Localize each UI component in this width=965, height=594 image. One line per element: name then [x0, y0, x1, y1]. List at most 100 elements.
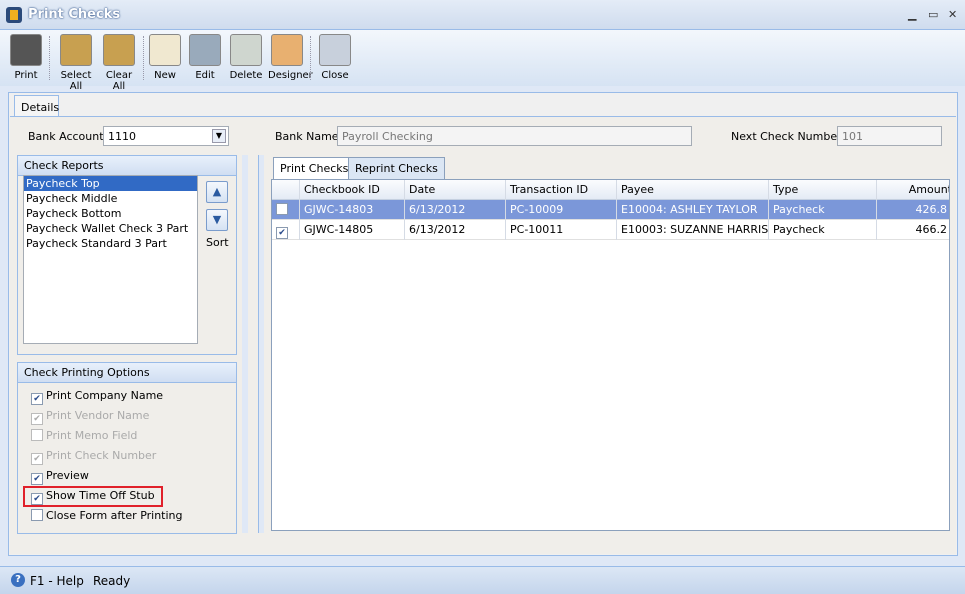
next-check-number-field[interactable]: 101 [837, 126, 942, 146]
check-report-item[interactable]: Paycheck Top [24, 176, 197, 191]
chevron-down-icon[interactable]: ▼ [212, 129, 226, 143]
bank-name-label: Bank Name [275, 130, 339, 143]
designer-button[interactable]: Designer [268, 32, 313, 84]
title-bar: Print Checks ▁ ▭ ✕ [0, 0, 965, 30]
toolbar-label: Edit [195, 70, 215, 81]
tab-reprint-checks[interactable]: Reprint Checks [348, 157, 445, 179]
column-header[interactable]: Date [405, 180, 506, 200]
checkbox[interactable]: ✔ [276, 227, 288, 239]
column-header[interactable]: Amount [877, 180, 949, 200]
delete-button[interactable]: Delete [229, 32, 263, 84]
recycle-bin-icon [230, 34, 262, 66]
checkbox[interactable]: ✔ [31, 453, 43, 465]
option-print-vendor-name[interactable]: ✔ Print Vendor Name [31, 409, 149, 425]
table-row[interactable]: ✔ GJWC-14805 6/13/2012 PC-10011 E10003: SUZA… [272, 220, 949, 240]
checkbox[interactable]: ✔ [31, 393, 43, 405]
grid-header: Checkbook ID Date Transaction ID Payee Type A… [272, 180, 949, 200]
option-preview[interactable]: ✔ Preview [31, 469, 89, 485]
toolbar-separator [143, 36, 144, 80]
toolbar-label: New [154, 70, 176, 81]
column-header[interactable]: Transaction ID [506, 180, 617, 200]
close-button[interactable]: Close [316, 32, 354, 84]
option-close-form-after-printing[interactable]: Close Form after Printing [31, 509, 183, 525]
checkbox[interactable] [31, 429, 43, 441]
toolbar: Print Select All Clear All New Edit Delete Des… [0, 30, 965, 92]
help-icon: ? [11, 573, 25, 587]
checkbox[interactable]: ✔ [31, 473, 43, 485]
clear-all-icon [103, 34, 135, 66]
table-cell: E10003: SUZANNE HARRIS [617, 220, 769, 240]
column-header[interactable]: Payee [617, 180, 769, 200]
designer-icon [271, 34, 303, 66]
checkbox[interactable] [31, 509, 43, 521]
tab-details[interactable]: Details [14, 95, 59, 117]
check-report-item[interactable]: Paycheck Bottom [24, 206, 197, 221]
new-button[interactable]: New [148, 32, 182, 84]
splitter-bar [258, 155, 264, 533]
option-print-memo-field[interactable]: Print Memo Field [31, 429, 137, 445]
options-title: Check Printing Options [18, 363, 236, 383]
table-cell: Paycheck [769, 220, 877, 240]
move-up-button[interactable]: ▲ [206, 181, 228, 203]
toolbar-label: Close [321, 70, 349, 81]
edit-button[interactable]: Edit [188, 32, 222, 84]
bank-name-field[interactable]: Payroll Checking [337, 126, 692, 146]
tab-print-checks[interactable]: Print Checks [273, 157, 356, 180]
printer-icon [10, 34, 42, 66]
status-text: Ready [93, 574, 131, 588]
check-report-item[interactable]: Paycheck Middle [24, 191, 197, 206]
option-label: Show Time Off Stub [46, 489, 155, 502]
check-report-item[interactable]: Paycheck Wallet Check 3 Part [24, 221, 197, 236]
minimize-button[interactable]: ▁ [908, 8, 916, 21]
toolbar-label: Select All [60, 70, 92, 92]
option-label: Print Vendor Name [46, 409, 150, 422]
checks-grid: Checkbook ID Date Transaction ID Payee Type A… [271, 179, 950, 531]
close-window-button[interactable]: ✕ [948, 8, 957, 21]
arrow-up-icon: ▲ [212, 185, 222, 198]
column-header[interactable]: Checkbook ID [300, 180, 405, 200]
splitter[interactable] [242, 155, 248, 533]
option-show-time-off-stub[interactable]: ✔ Show Time Off Stub [23, 486, 163, 507]
row-select-cell[interactable] [272, 200, 300, 220]
toolbar-label: Print [14, 70, 38, 81]
sort-label: Sort [206, 236, 229, 249]
select-all-button[interactable]: Select All [55, 32, 97, 92]
option-label: Close Form after Printing [46, 509, 183, 522]
bank-account-value: 1110 [108, 130, 136, 143]
check-reports-title: Check Reports [18, 156, 236, 176]
option-label: Preview [46, 469, 89, 482]
table-cell: E10004: ASHLEY TAYLOR [617, 200, 769, 220]
option-label: Print Company Name [46, 389, 164, 402]
clear-all-button[interactable]: Clear All [100, 32, 138, 92]
table-cell: 6/13/2012 [405, 200, 506, 220]
select-column-header [272, 180, 300, 200]
maximize-button[interactable]: ▭ [928, 8, 938, 21]
checkbox[interactable]: ✔ [31, 413, 43, 425]
toolbar-separator [49, 36, 50, 80]
checkbox[interactable] [276, 203, 288, 215]
toolbar-separator [310, 36, 311, 80]
checkbox[interactable]: ✔ [31, 493, 43, 505]
arrow-down-icon: ▼ [212, 213, 222, 226]
bank-account-combo[interactable]: 1110 ▼ [103, 126, 229, 146]
close-window-icon [319, 34, 351, 66]
toolbar-label: Delete [229, 70, 263, 81]
option-print-company-name[interactable]: ✔ Print Company Name [31, 389, 163, 405]
print-button[interactable]: Print [8, 32, 44, 84]
wrench-icon [189, 34, 221, 66]
check-report-item[interactable]: Paycheck Standard 3 Part [24, 236, 197, 251]
table-row[interactable]: GJWC-14803 6/13/2012 PC-10009 E10004: ASHLE… [272, 200, 949, 220]
column-header[interactable]: Type [769, 180, 877, 200]
move-down-button[interactable]: ▼ [206, 209, 228, 231]
row-select-cell[interactable]: ✔ [272, 220, 300, 240]
option-label: Print Check Number [46, 449, 157, 462]
help-shortcut[interactable]: F1 - Help [30, 574, 84, 588]
table-cell: PC-10009 [506, 200, 617, 220]
window-title: Print Checks [28, 7, 121, 22]
toolbar-label: Designer [268, 70, 313, 81]
select-all-icon [60, 34, 92, 66]
check-reports-list[interactable]: Paycheck Top Paycheck Middle Paycheck Bott… [23, 175, 198, 344]
option-print-check-number[interactable]: ✔ Print Check Number [31, 449, 156, 465]
app-icon [6, 7, 22, 23]
table-cell: GJWC-14805 [300, 220, 405, 240]
